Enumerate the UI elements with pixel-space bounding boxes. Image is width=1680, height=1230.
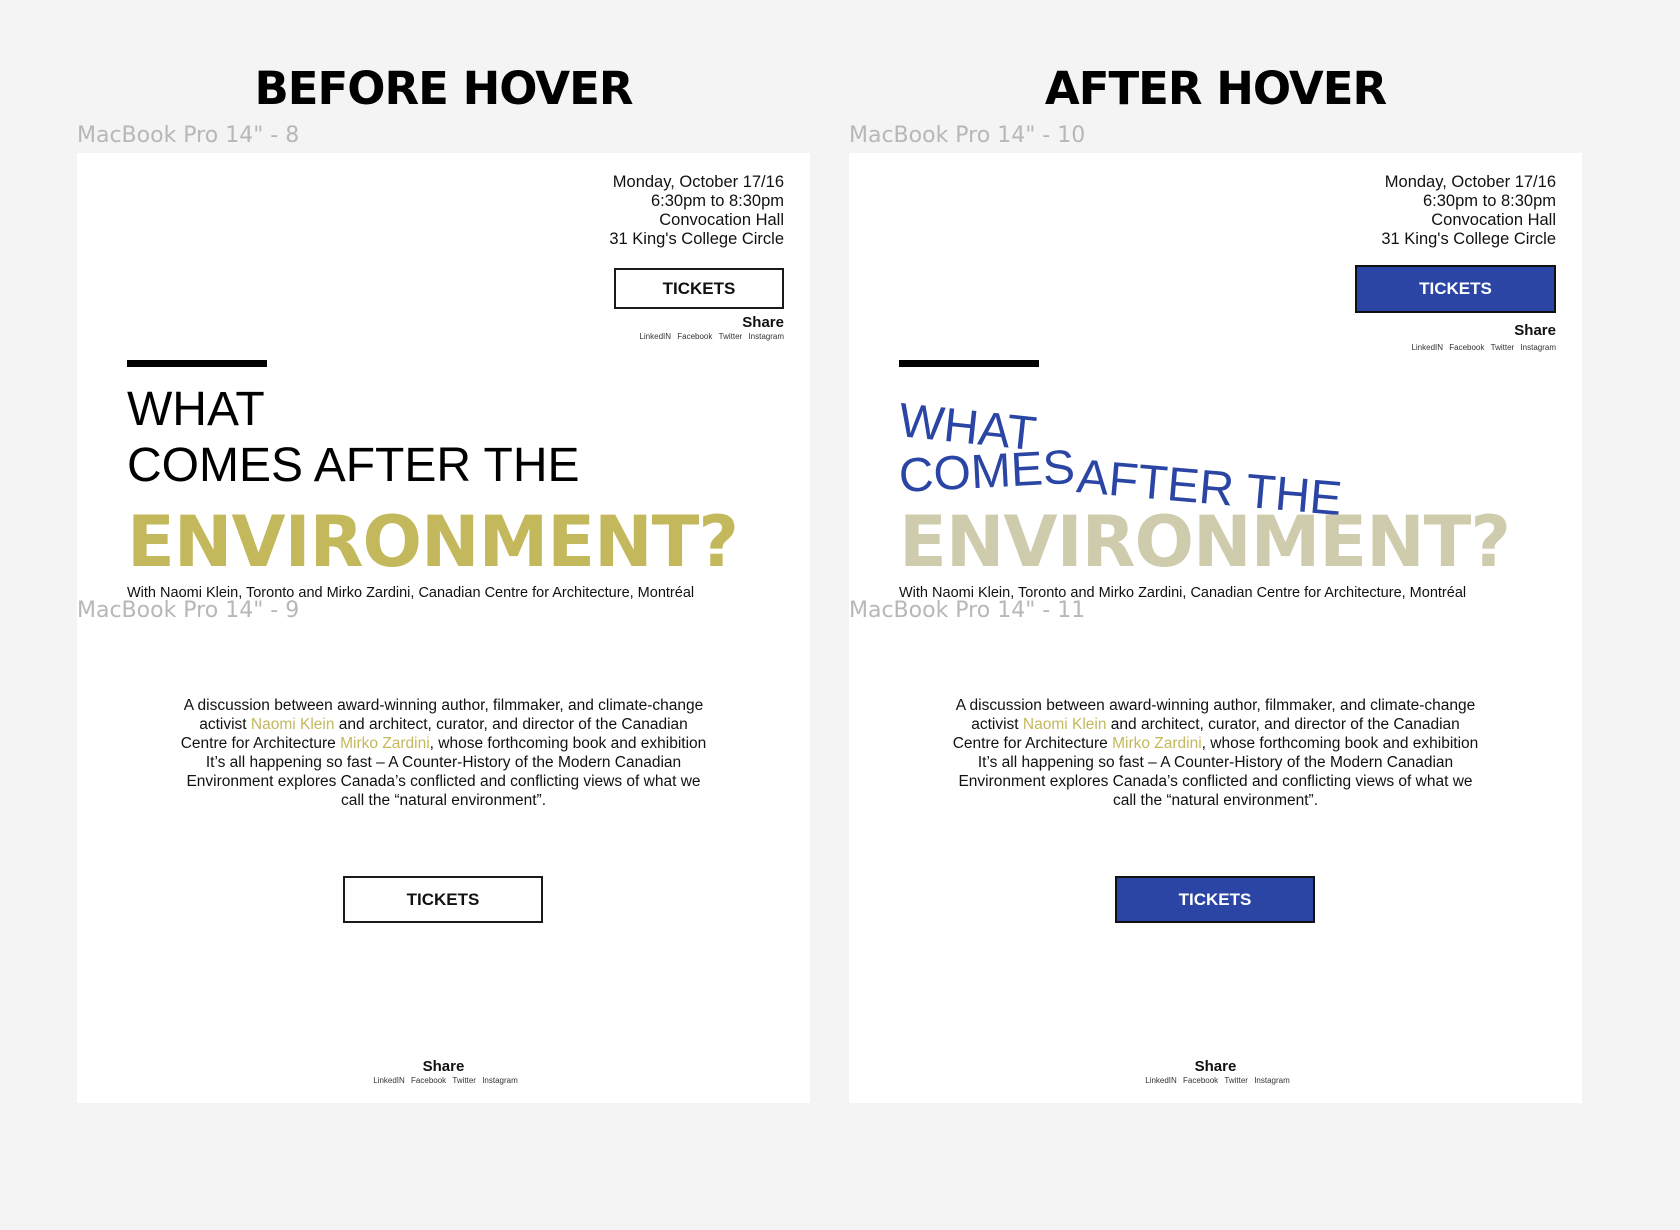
tickets-button-bottom[interactable]: TICKETS <box>343 876 543 923</box>
instagram-link[interactable]: Instagram <box>482 1076 518 1085</box>
twitter-link[interactable]: Twitter <box>1224 1076 1248 1085</box>
mirko-zardini-link[interactable]: Mirko Zardini <box>340 735 430 752</box>
share-links-top: LinkedIN Facebook Twitter Instagram <box>635 332 784 341</box>
share-links-bottom: LinkedIN Facebook Twitter Instagram <box>77 1076 810 1085</box>
twitter-link[interactable]: Twitter <box>1491 343 1515 352</box>
frame-before-hover: Monday, October 17/16 6:30pm to 8:30pm C… <box>77 153 810 1103</box>
event-time: 6:30pm to 8:30pm <box>651 192 784 210</box>
frame-label-8: MacBook Pro 14" - 8 <box>77 123 300 148</box>
event-time: 6:30pm to 8:30pm <box>1423 192 1556 210</box>
event-venue: Convocation Hall <box>659 211 784 229</box>
share-title-bottom: Share <box>422 1058 465 1075</box>
title-accent-bar <box>127 360 267 367</box>
share-title-top: Share <box>742 314 784 331</box>
event-description: A discussion between award-winning autho… <box>177 696 710 810</box>
tickets-button-bottom-hover[interactable]: TICKETS <box>1115 876 1315 923</box>
naomi-klein-link[interactable]: Naomi Klein <box>1023 716 1107 733</box>
linkedin-link[interactable]: LinkedIN <box>373 1076 405 1085</box>
instagram-link[interactable]: Instagram <box>1520 343 1556 352</box>
linkedin-link[interactable]: LinkedIN <box>1411 343 1443 352</box>
mirko-zardini-link[interactable]: Mirko Zardini <box>1112 735 1202 752</box>
frame-after-hover: Monday, October 17/16 6:30pm to 8:30pm C… <box>849 153 1582 1103</box>
facebook-link[interactable]: Facebook <box>1449 343 1484 352</box>
share-links-bottom: LinkedIN Facebook Twitter Instagram <box>849 1076 1582 1085</box>
share-links-top: LinkedIN Facebook Twitter Instagram <box>1407 343 1556 352</box>
event-address: 31 King's College Circle <box>1381 230 1556 248</box>
event-info: Monday, October 17/16 6:30pm to 8:30pm C… <box>609 173 784 249</box>
linkedin-link[interactable]: LinkedIN <box>1145 1076 1177 1085</box>
tickets-button-top[interactable]: TICKETS <box>614 268 784 309</box>
after-hover-heading: AFTER HOVER <box>1044 62 1387 115</box>
facebook-link[interactable]: Facebook <box>411 1076 446 1085</box>
title-environment: ENVIRONMENT? <box>127 501 739 583</box>
instagram-link[interactable]: Instagram <box>748 332 784 341</box>
facebook-link[interactable]: Facebook <box>1183 1076 1218 1085</box>
title-line-2a-hover: COMES <box>897 440 1077 503</box>
share-title-top: Share <box>1514 322 1556 339</box>
event-venue: Convocation Hall <box>1431 211 1556 229</box>
event-info: Monday, October 17/16 6:30pm to 8:30pm C… <box>1381 173 1556 249</box>
title-line-2: COMES AFTER THE <box>127 439 580 492</box>
tickets-button-top-hover[interactable]: TICKETS <box>1355 265 1556 313</box>
event-date: Monday, October 17/16 <box>1384 173 1556 191</box>
frame-label-11: MacBook Pro 14" - 11 <box>849 598 1086 623</box>
linkedin-link[interactable]: LinkedIN <box>639 332 671 341</box>
title-accent-bar <box>899 360 1039 367</box>
before-hover-heading: BEFORE HOVER <box>254 62 633 115</box>
twitter-link[interactable]: Twitter <box>452 1076 476 1085</box>
title-environment-hover: ENVIRONMENT? <box>899 501 1511 583</box>
event-description: A discussion between award-winning autho… <box>949 696 1482 810</box>
frame-label-9: MacBook Pro 14" - 9 <box>77 598 300 623</box>
share-title-bottom: Share <box>1194 1058 1237 1075</box>
title-line-1: WHAT <box>127 383 265 436</box>
event-address: 31 King's College Circle <box>609 230 784 248</box>
frame-label-10: MacBook Pro 14" - 10 <box>849 123 1086 148</box>
facebook-link[interactable]: Facebook <box>677 332 712 341</box>
naomi-klein-link[interactable]: Naomi Klein <box>251 716 335 733</box>
event-date: Monday, October 17/16 <box>612 173 784 191</box>
instagram-link[interactable]: Instagram <box>1254 1076 1290 1085</box>
twitter-link[interactable]: Twitter <box>719 332 743 341</box>
